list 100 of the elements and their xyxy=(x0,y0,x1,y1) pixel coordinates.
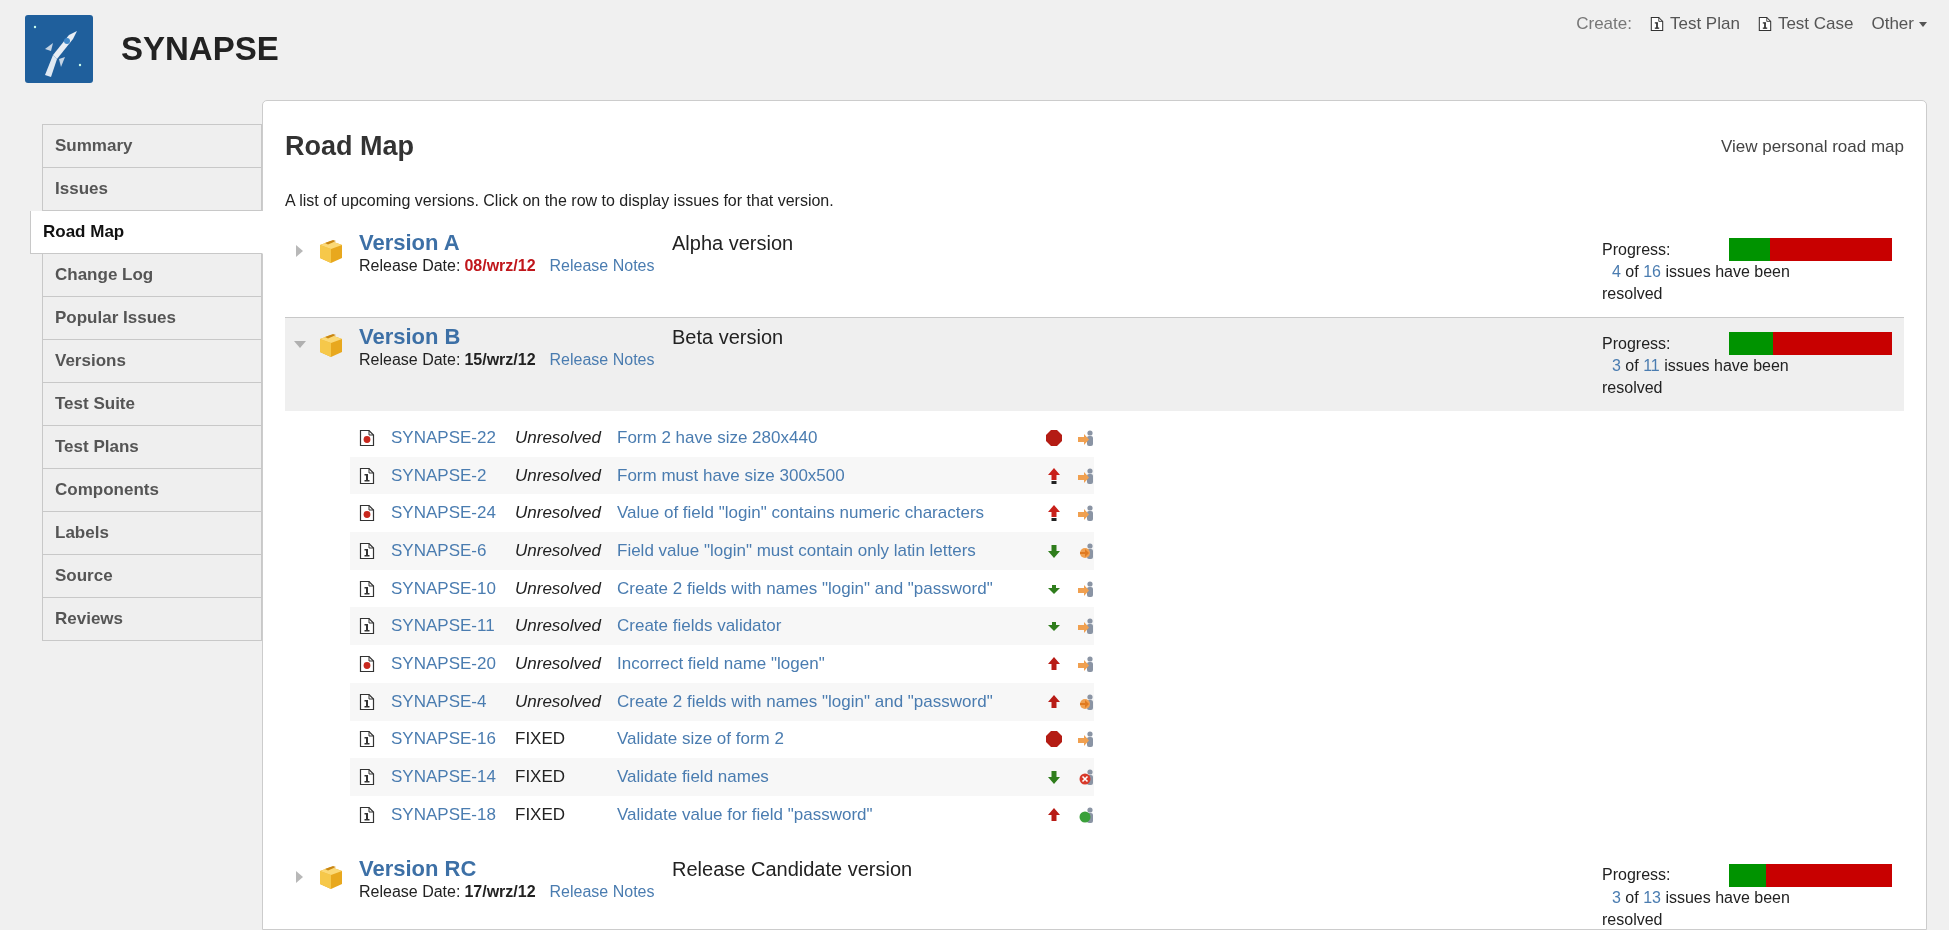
sidebar-tab[interactable]: Road Map xyxy=(30,211,263,254)
issue-status: FIXED xyxy=(515,804,567,825)
issue-status: Unresolved xyxy=(515,427,603,448)
issue-key-link[interactable]: SYNAPSE-10 xyxy=(391,578,515,599)
issue-summary-link[interactable]: Validate field names xyxy=(617,767,1045,788)
resolved-count-link[interactable]: 3 xyxy=(1612,888,1621,906)
version-name-link[interactable]: Version B xyxy=(359,324,461,350)
issue-status: Unresolved xyxy=(515,691,603,712)
version-row[interactable]: Version RC Release Date: 17/wrz/12 Release Notes Release Candidate version Progress: 3 of 13 issues have been resolved xyxy=(285,849,1904,930)
issue-key-link[interactable]: SYNAPSE-24 xyxy=(391,503,515,524)
document-icon xyxy=(359,617,375,636)
issue-key-link[interactable]: SYNAPSE-6 xyxy=(391,540,515,561)
sidebar-tab[interactable]: Popular Issues xyxy=(42,297,262,340)
sidebar-tab[interactable]: Versions xyxy=(42,340,262,383)
issue-status: Unresolved xyxy=(515,616,603,637)
release-notes-link[interactable]: Release Notes xyxy=(549,882,655,901)
person-arrow-icon xyxy=(1077,428,1095,447)
create-link[interactable]: Test Case xyxy=(1757,14,1854,34)
progress-label: Progress: xyxy=(1602,866,1672,885)
version-name-link[interactable]: Version RC xyxy=(359,855,477,882)
release-date: 15/wrz/12 xyxy=(464,351,536,369)
personal-road-map-link[interactable]: View personal road map xyxy=(1721,136,1904,157)
issue-summary-link[interactable]: Validate value for field "password" xyxy=(617,804,1045,825)
sidebar-tab[interactable]: Change Log xyxy=(42,254,262,297)
issue-status: Unresolved xyxy=(515,465,603,486)
person-arrow-icon xyxy=(1077,692,1095,711)
person-arrow-icon xyxy=(1077,466,1095,485)
issue-summary-link[interactable]: Create fields validator xyxy=(617,616,1045,637)
issue-key-link[interactable]: SYNAPSE-18 xyxy=(391,804,515,825)
person-cross-icon xyxy=(1077,768,1095,787)
issue-summary-link[interactable]: Validate size of form 2 xyxy=(617,729,1045,750)
logo-icon xyxy=(25,15,93,83)
issue-summary-link[interactable]: Incorrect field name "logen" xyxy=(617,653,1045,674)
bug-document-icon xyxy=(359,428,375,447)
issue-summary-link[interactable]: Create 2 fields with names "login" and "password" xyxy=(617,578,1045,599)
issue-summary-link[interactable]: Value of field "login" contains numeric characters xyxy=(617,503,1045,524)
person-dot-icon xyxy=(1077,805,1095,824)
issue-status: Unresolved xyxy=(515,540,603,561)
resolved-count-link[interactable]: 3 xyxy=(1612,357,1621,374)
person-arrow-icon xyxy=(1077,617,1095,636)
total-count-link[interactable]: 11 xyxy=(1643,357,1660,374)
person-arrow-icon xyxy=(1077,579,1095,598)
issue-key-link[interactable]: SYNAPSE-14 xyxy=(391,767,515,788)
release-date: 08/wrz/12 xyxy=(464,257,536,275)
issue-summary-link[interactable]: Form 2 have size 280x440 xyxy=(617,427,1045,448)
release-notes-link[interactable]: Release Notes xyxy=(549,351,655,369)
document-icon xyxy=(359,768,375,787)
document-icon xyxy=(359,466,375,485)
issue-row[interactable]: SYNAPSE-2 Unresolved Form must have size 300x500 xyxy=(350,456,1094,495)
sidebar-tab[interactable]: Reviews xyxy=(42,598,262,641)
document-icon xyxy=(359,541,375,560)
create-link[interactable]: Test Plan xyxy=(1649,14,1740,34)
issue-row[interactable]: SYNAPSE-6 Unresolved Field value "login" must contain only latin letters xyxy=(350,532,1094,570)
document-icon xyxy=(359,692,375,711)
person-arrow-icon xyxy=(1077,504,1095,523)
issue-summary-link[interactable]: Field value "login" must contain only latin letters xyxy=(617,540,1045,561)
issue-key-link[interactable]: SYNAPSE-22 xyxy=(391,427,515,448)
total-count-link[interactable]: 13 xyxy=(1643,888,1661,906)
issue-row[interactable]: SYNAPSE-4 Unresolved Create 2 fields with names "login" and "password" xyxy=(350,682,1094,721)
sidebar-tab[interactable]: Source xyxy=(42,555,262,598)
document-icon xyxy=(359,579,375,598)
issue-summary-link[interactable]: Form must have size 300x500 xyxy=(617,465,1045,486)
stop-sign-icon xyxy=(1045,428,1063,447)
sidebar-tab[interactable]: Labels xyxy=(42,512,262,555)
issue-row[interactable]: SYNAPSE-14 FIXED Validate field names xyxy=(350,758,1094,796)
total-count-link[interactable]: 16 xyxy=(1643,263,1661,280)
version-row[interactable]: Version B Release Date: 15/wrz/12 Release Notes Beta version Progress: 3 of 11 issues have been resolved xyxy=(285,318,1904,411)
issue-key-link[interactable]: SYNAPSE-4 xyxy=(391,691,515,712)
create-label: Create: xyxy=(1576,14,1632,34)
progress-summary: 4 of 16 issues have been resolved xyxy=(1602,262,1791,304)
issue-row[interactable]: SYNAPSE-16 FIXED Validate size of form 2 xyxy=(350,720,1094,759)
version-description: Beta version xyxy=(672,326,785,349)
issue-summary-link[interactable]: Create 2 fields with names "login" and "password" xyxy=(617,691,1045,712)
document-icon xyxy=(359,730,375,749)
sidebar-tab[interactable]: Issues xyxy=(42,168,262,211)
issue-status: FIXED xyxy=(515,767,567,788)
issue-row[interactable]: SYNAPSE-11 Unresolved Create fields validator xyxy=(350,607,1094,646)
issue-key-link[interactable]: SYNAPSE-20 xyxy=(391,653,515,674)
sidebar-tab[interactable]: Test Suite xyxy=(42,383,262,426)
up-arrow-icon xyxy=(1045,466,1063,485)
release-notes-link[interactable]: Release Notes xyxy=(549,257,655,275)
sidebar-tab[interactable]: Components xyxy=(42,469,262,512)
document-icon xyxy=(1649,16,1664,32)
issue-key-link[interactable]: SYNAPSE-2 xyxy=(391,465,515,486)
version-name-link[interactable]: Version A xyxy=(359,230,460,256)
release-date: 17/wrz/12 xyxy=(464,882,536,901)
sidebar-tab[interactable]: Test Plans xyxy=(42,426,262,469)
issue-status: Unresolved xyxy=(515,578,603,599)
issue-key-link[interactable]: SYNAPSE-16 xyxy=(391,729,515,750)
issue-row[interactable]: SYNAPSE-22 Unresolved Form 2 have size 280x440 xyxy=(350,419,1094,457)
issue-row[interactable]: SYNAPSE-24 Unresolved Value of field "login" contains numeric characters xyxy=(350,494,1094,533)
other-menu[interactable]: Other xyxy=(1871,14,1927,34)
person-arrow-icon xyxy=(1077,541,1095,560)
issue-row[interactable]: SYNAPSE-10 Unresolved Create 2 fields with names "login" and "password" xyxy=(350,569,1094,608)
issue-row[interactable]: SYNAPSE-18 FIXED Validate value for field "password" xyxy=(350,795,1094,834)
up-arrow-icon xyxy=(1045,504,1063,523)
sidebar-tab[interactable]: Summary xyxy=(42,124,262,168)
resolved-count-link[interactable]: 4 xyxy=(1612,263,1621,280)
issue-key-link[interactable]: SYNAPSE-11 xyxy=(391,616,515,637)
issue-row[interactable]: SYNAPSE-20 Unresolved Incorrect field name "logen" xyxy=(350,645,1094,683)
